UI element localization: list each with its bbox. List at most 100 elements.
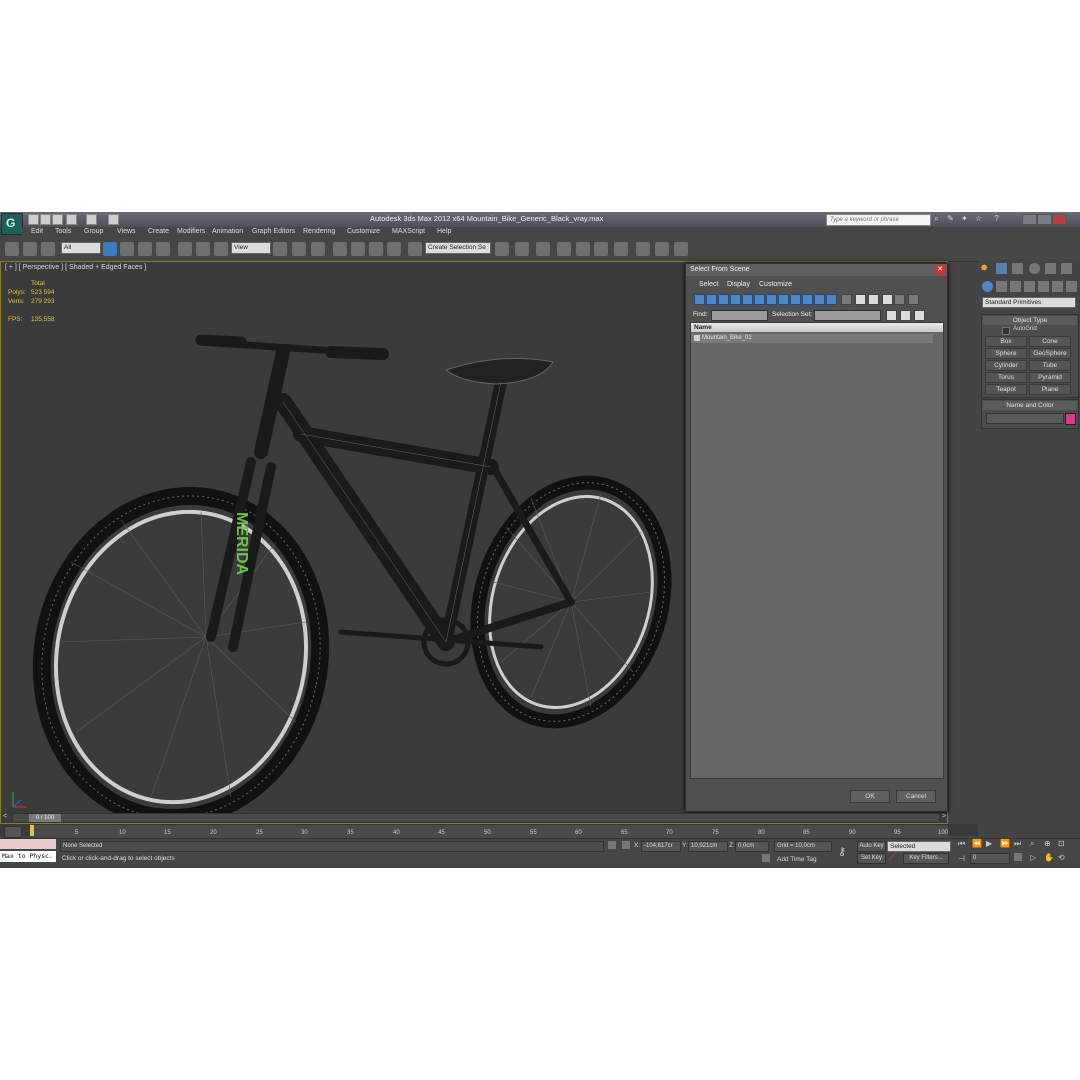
display-cameras-icon[interactable] [730, 294, 741, 305]
selection-set-dropdown[interactable] [814, 310, 881, 321]
maxscript-listener-input[interactable]: Max to Physc. [0, 851, 56, 862]
add-time-tag-button[interactable]: Add Time Tag [777, 856, 817, 863]
edit-named-selection-icon[interactable] [408, 242, 422, 256]
time-configuration-icon[interactable] [1014, 853, 1022, 861]
motion-tab-icon[interactable] [1029, 263, 1040, 274]
helpers-category-icon[interactable] [1038, 281, 1049, 292]
render-setup-icon[interactable] [636, 242, 650, 256]
menu-edit[interactable]: Edit [31, 228, 43, 235]
dialog-menu-customize[interactable]: Customize [759, 281, 792, 288]
display-tab-icon[interactable] [1045, 263, 1056, 274]
snaps-toggle-icon[interactable] [333, 242, 347, 256]
schematic-view-icon[interactable] [594, 242, 608, 256]
tube-button[interactable]: Tube [1029, 360, 1071, 371]
project-folder-icon[interactable] [108, 214, 119, 225]
ok-button[interactable]: OK [850, 790, 890, 803]
object-type-header[interactable]: Object Type [983, 316, 1077, 325]
render-production-icon[interactable] [674, 242, 688, 256]
graphite-tools-icon[interactable] [557, 242, 571, 256]
menu-graph-editors[interactable]: Graph Editors [252, 228, 295, 235]
systems-category-icon[interactable] [1066, 281, 1077, 292]
new-file-icon[interactable] [28, 214, 39, 225]
key-mode-dropdown[interactable]: Selected [887, 841, 951, 852]
pyramid-button[interactable]: Pyramid [1029, 372, 1071, 383]
key-filters-button[interactable]: Key Filters... [903, 853, 949, 864]
z-coordinate-field[interactable]: 0,0cm [735, 841, 769, 852]
modify-tab-icon[interactable] [996, 263, 1007, 274]
time-slider-next-icon[interactable]: > [942, 813, 946, 820]
selection-lock-icon[interactable] [608, 841, 616, 849]
current-frame-field[interactable]: 0 [970, 853, 1010, 864]
torus-button[interactable]: Torus [985, 372, 1027, 383]
play-icon[interactable]: ▶ [986, 839, 992, 848]
minimize-button[interactable] [1022, 214, 1037, 225]
undo-icon[interactable] [66, 214, 77, 225]
dialog-menu-display[interactable]: Display [727, 281, 750, 288]
keyboard-shortcut-icon[interactable] [311, 242, 325, 256]
display-geometry-icon[interactable] [694, 294, 705, 305]
select-object-icon[interactable] [103, 242, 117, 256]
plane-button[interactable]: Plane [1029, 384, 1071, 395]
cone-button[interactable]: Cone [1029, 336, 1071, 347]
display-frozen-icon[interactable] [814, 294, 825, 305]
dialog-close-icon[interactable]: ✕ [935, 265, 945, 274]
close-button[interactable] [1052, 214, 1067, 225]
subscription-icon[interactable]: ✎ [946, 214, 955, 223]
dialog-title-bar[interactable]: Select From Scene [686, 264, 947, 276]
display-shapes-icon[interactable] [706, 294, 717, 305]
bind-to-space-warp-icon[interactable] [41, 242, 55, 256]
key-mode-toggle-icon[interactable]: ⊣ [958, 854, 965, 863]
select-invert-icon[interactable] [914, 310, 925, 321]
field-of-view-icon[interactable]: ▷ [1030, 853, 1036, 862]
display-xrefs-icon[interactable] [778, 294, 789, 305]
menu-create[interactable]: Create [148, 228, 169, 235]
zoom-extents-icon[interactable]: ⊡ [1058, 839, 1065, 848]
pivot-center-icon[interactable] [273, 242, 287, 256]
primitive-type-dropdown[interactable]: Standard Primitives [982, 297, 1076, 308]
viewport-label[interactable]: [ + ] [ Perspective ] [ Shaded + Edged F… [5, 264, 146, 271]
time-slider-thumb[interactable]: 0 / 100 [29, 814, 61, 822]
search-input[interactable]: Type a keyword or phrase [826, 214, 931, 226]
orbit-icon[interactable]: ⟲ [1058, 853, 1065, 862]
display-lights-icon[interactable] [718, 294, 729, 305]
reference-coordinate-dropdown[interactable]: View [231, 242, 271, 254]
unlink-selection-icon[interactable] [23, 242, 37, 256]
geometry-category-icon[interactable] [982, 281, 993, 292]
display-bones-icon[interactable] [790, 294, 801, 305]
cameras-category-icon[interactable] [1024, 281, 1035, 292]
y-coordinate-field[interactable]: 10,921cm [688, 841, 728, 852]
maxscript-listener-top[interactable] [0, 839, 56, 849]
cancel-button[interactable]: Cancel [896, 790, 936, 803]
menu-modifiers[interactable]: Modifiers [177, 228, 205, 235]
create-tab-icon[interactable]: ✸ [980, 263, 991, 274]
auto-key-button[interactable]: Auto Key [857, 841, 886, 852]
time-tag-icon[interactable] [762, 854, 770, 862]
select-and-rotate-icon[interactable] [196, 242, 210, 256]
select-all-icon[interactable] [886, 310, 897, 321]
select-and-move-icon[interactable] [178, 242, 192, 256]
display-none-icon[interactable] [855, 294, 866, 305]
previous-frame-icon[interactable]: ⏪ [972, 839, 982, 848]
object-color-swatch[interactable] [1065, 413, 1076, 425]
absolute-mode-icon[interactable] [622, 841, 630, 849]
named-selection-dropdown[interactable]: Create Selection Se [425, 242, 491, 254]
display-space-warps-icon[interactable] [754, 294, 765, 305]
redo-icon[interactable] [86, 214, 97, 225]
display-containers-icon[interactable] [802, 294, 813, 305]
sphere-button[interactable]: Sphere [985, 348, 1027, 359]
set-key-mode-icon[interactable]: ⟋ [889, 853, 899, 863]
time-slider-prev-icon[interactable]: < [3, 813, 7, 820]
time-slider[interactable]: 0 / 100 [12, 813, 940, 823]
open-file-icon[interactable] [40, 214, 51, 225]
search-icon[interactable]: ⌕ [932, 214, 941, 223]
x-coordinate-field[interactable]: -104,617cr [641, 841, 681, 852]
rectangular-selection-icon[interactable] [138, 242, 152, 256]
display-groups-icon[interactable] [766, 294, 777, 305]
goto-start-icon[interactable]: ⏮ [958, 839, 965, 849]
list-item[interactable]: Mountain_Bike_01 [691, 334, 933, 343]
display-hidden-icon[interactable] [826, 294, 837, 305]
name-column-header[interactable]: Name [691, 323, 943, 332]
teapot-button[interactable]: Teapot [985, 384, 1027, 395]
zoom-icon[interactable]: ⌕ [1030, 839, 1034, 849]
shapes-category-icon[interactable] [996, 281, 1007, 292]
